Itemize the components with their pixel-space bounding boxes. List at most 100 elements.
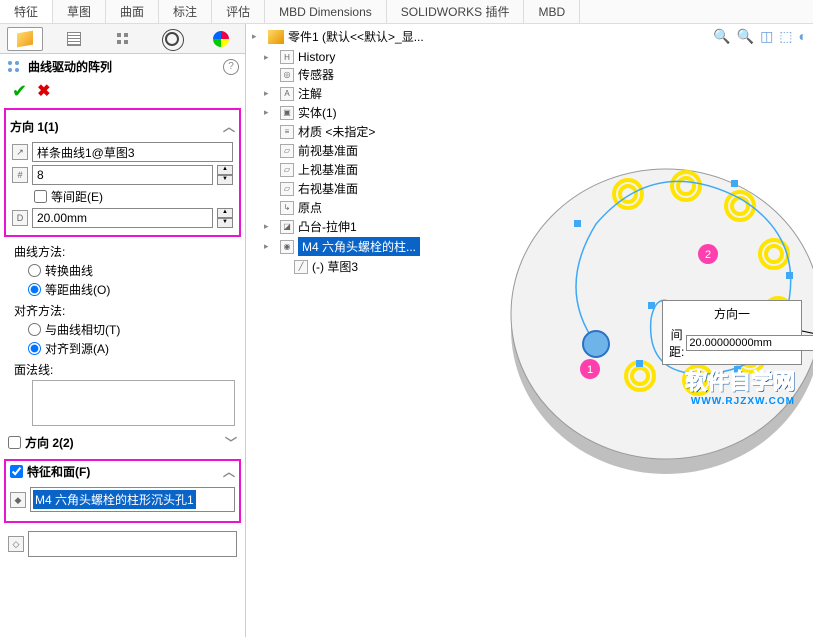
part-name[interactable]: 零件1 (默认<<默认>_显... <box>288 28 424 45</box>
watermark-title: 软件自学网 <box>685 364 795 396</box>
view-toolbar: 🔍 🔍 ◫ ⬚ ◐ <box>713 28 807 45</box>
part-icon <box>268 30 284 44</box>
features-faces-title: 特征和面(F) <box>27 463 90 480</box>
face-select-icon: ◇ <box>8 536 24 552</box>
feature-selection-box[interactable]: M4 六角头螺栓的柱形沉头孔1 <box>30 487 235 512</box>
convert-curve-label: 转换曲线 <box>45 262 93 279</box>
feature-select-icon: ◆ <box>10 492 26 508</box>
dimension-value-input[interactable] <box>686 335 813 351</box>
face-selection-box[interactable] <box>28 531 237 557</box>
watermark: 软件自学网 WWW.RJZXW.COM <box>685 364 795 407</box>
count-icon: # <box>12 167 28 183</box>
feature-title: 曲线驱动的阵列 <box>28 58 112 75</box>
equal-curve-label: 等距曲线(O) <box>45 281 110 298</box>
hole-icon: ◉ <box>280 240 294 254</box>
tree-annotation[interactable]: ▸A注解 <box>264 84 813 103</box>
magnify-icon[interactable]: 🔍 <box>713 28 730 45</box>
features-faces-checkbox[interactable] <box>10 465 23 478</box>
watermark-url: WWW.RJZXW.COM <box>685 396 795 407</box>
selected-feature[interactable]: M4 六角头螺栓的柱形沉头孔1 <box>33 490 196 509</box>
view-cube-icon[interactable]: ◫ <box>760 28 773 45</box>
align-method-label: 对齐方法: <box>10 302 235 319</box>
ok-button[interactable]: ✔ <box>12 81 27 102</box>
help-icon[interactable]: ? <box>223 59 239 75</box>
direction2-title: 方向 2(2) <box>25 434 74 451</box>
tree-history[interactable]: ▸HHistory <box>264 49 813 65</box>
chevron-up-icon: ︿ <box>223 463 235 480</box>
panel-tab-feature-icon[interactable] <box>7 27 43 51</box>
tree-material[interactable]: ≡材质 <未指定> <box>264 122 813 141</box>
direction1-header[interactable]: 方向 1(1) ︿ <box>6 116 239 137</box>
spacing-icon: D <box>12 210 28 226</box>
equal-spacing-label: 等间距(E) <box>51 188 103 205</box>
panel-tab-config-icon[interactable] <box>105 27 141 51</box>
dimension-popup: 方向一 间距: <box>662 300 802 365</box>
count-up[interactable]: ▲ <box>217 165 233 175</box>
cancel-button[interactable]: ✖ <box>37 81 50 102</box>
svg-text:1: 1 <box>587 364 593 376</box>
panel-tab-list-icon[interactable] <box>56 27 92 51</box>
tangent-radio[interactable] <box>28 323 41 336</box>
feature-header: 曲线驱动的阵列 ? <box>0 54 245 79</box>
property-panel: 曲线驱动的阵列 ? ✔ ✖ 方向 1(1) ︿ ↗ <box>0 24 246 637</box>
direction2-header[interactable]: 方向 2(2) ﹀ <box>4 432 241 453</box>
direction1-title: 方向 1(1) <box>10 118 59 135</box>
tangent-label: 与曲线相切(T) <box>45 321 120 338</box>
chevron-up-icon: ︿ <box>223 118 235 135</box>
tab-evaluate[interactable]: 评估 <box>212 0 265 23</box>
origin-icon: ↳ <box>280 201 294 215</box>
direction1-highlight: 方向 1(1) ︿ ↗ # ▲▼ <box>4 108 241 237</box>
zoom-fit-icon[interactable]: 🔍 <box>737 28 754 45</box>
chevron-down-icon: ﹀ <box>225 434 237 451</box>
pattern-icon <box>6 59 22 75</box>
tree-solid[interactable]: ▸▣实体(1) <box>264 103 813 122</box>
sketch-icon: ╱ <box>294 260 308 274</box>
graphics-area[interactable]: 🔍 🔍 ◫ ⬚ ◐ ▸ 零件1 (默认<<默认>_显... ▸HHistory … <box>246 24 813 637</box>
plane-icon: ▱ <box>280 182 294 196</box>
tab-annotate[interactable]: 标注 <box>159 0 212 23</box>
scene-icon[interactable]: ◐ <box>799 28 807 45</box>
material-icon: ≡ <box>280 125 294 139</box>
origin-radio[interactable] <box>28 342 41 355</box>
dimension-label: 方向一 <box>669 305 795 322</box>
face-normal-label: 面法线: <box>10 361 235 378</box>
tree-sensor[interactable]: ◎传感器 <box>264 65 813 84</box>
display-style-icon[interactable]: ⬚ <box>779 28 792 45</box>
plane-icon: ▱ <box>280 163 294 177</box>
solid-icon: ▣ <box>280 106 294 120</box>
tab-surface[interactable]: 曲面 <box>106 0 159 23</box>
tab-mbd-dim[interactable]: MBD Dimensions <box>265 0 387 23</box>
convert-curve-radio[interactable] <box>28 264 41 277</box>
extrude-icon: ◪ <box>280 220 294 234</box>
expand-icon[interactable]: ▸ <box>252 31 264 42</box>
tab-sw-addin[interactable]: SOLIDWORKS 插件 <box>387 0 525 23</box>
panel-tab-target-icon[interactable] <box>154 27 190 51</box>
curve-selection-input[interactable] <box>32 142 233 162</box>
sensor-icon: ◎ <box>280 68 294 82</box>
face-normal-selection[interactable] <box>32 380 235 426</box>
count-down[interactable]: ▼ <box>217 175 233 185</box>
spacing-up[interactable]: ▲ <box>217 208 233 218</box>
origin-label: 对齐到源(A) <box>45 340 109 357</box>
spacing-input[interactable] <box>32 208 213 228</box>
plane-icon: ▱ <box>280 144 294 158</box>
count-input[interactable] <box>32 165 213 185</box>
equal-curve-radio[interactable] <box>28 283 41 296</box>
curve-method-label: 曲线方法: <box>10 243 235 260</box>
annotation-icon: A <box>280 87 294 101</box>
equal-spacing-checkbox[interactable] <box>34 190 47 203</box>
spacing-text-label: 间距: <box>669 326 684 360</box>
spacing-down[interactable]: ▼ <box>217 218 233 228</box>
history-icon: H <box>280 50 294 64</box>
features-faces-header[interactable]: 特征和面(F) ︿ <box>6 461 239 482</box>
svg-text:2: 2 <box>705 249 711 261</box>
direction2-checkbox[interactable] <box>8 436 21 449</box>
panel-tab-bar <box>0 24 245 54</box>
panel-tab-appearance-icon[interactable] <box>203 27 239 51</box>
tab-feature[interactable]: 特征 <box>0 0 53 23</box>
tab-sketch[interactable]: 草图 <box>53 0 106 23</box>
ribbon-tabs: 特征 草图 曲面 标注 评估 MBD Dimensions SOLIDWORKS… <box>0 0 813 24</box>
reverse-direction-icon[interactable]: ↗ <box>12 144 28 160</box>
features-faces-highlight: 特征和面(F) ︿ ◆ M4 六角头螺栓的柱形沉头孔1 <box>4 459 241 523</box>
tab-mbd[interactable]: MBD <box>524 0 580 23</box>
